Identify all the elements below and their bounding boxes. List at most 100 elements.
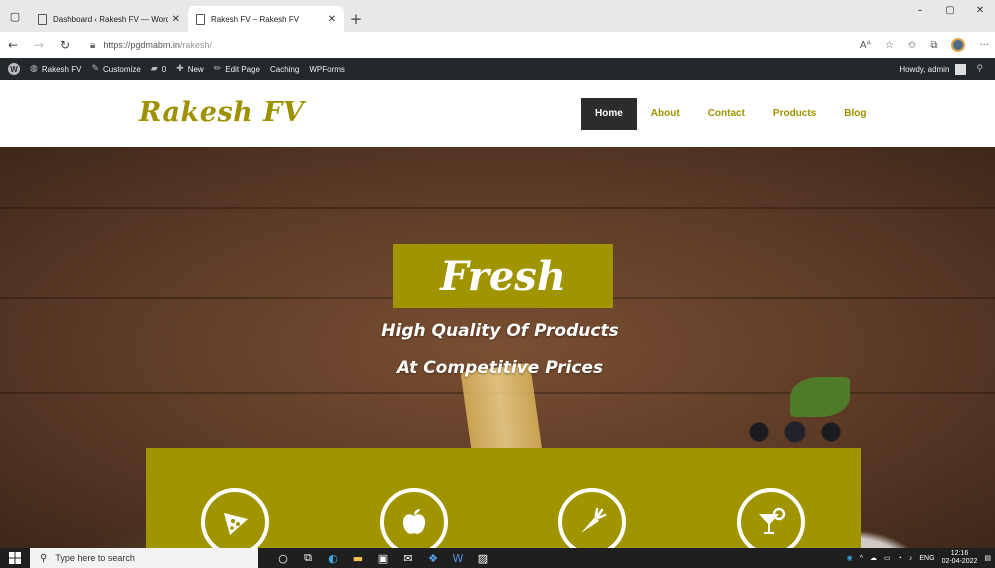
restore-icon[interactable]: ▢ xyxy=(935,0,965,22)
admin-site-name[interactable]: ◍ Rakesh FV xyxy=(30,64,81,74)
taskbar-apps: ○ ⧉ ◐ ▬ ▣ ✉ ❖ W ▨ xyxy=(276,551,490,565)
feature-apple[interactable] xyxy=(380,488,448,548)
olives-decoration xyxy=(735,412,855,452)
admin-avatar[interactable] xyxy=(955,63,967,75)
dashboard-icon: ◍ xyxy=(30,64,38,74)
nav-contact[interactable]: Contact xyxy=(694,98,759,130)
admin-bar-right: Howdy, admin ⚲ xyxy=(899,58,987,80)
url-path: /rakesh/ xyxy=(179,40,212,50)
new-tab-button[interactable]: + xyxy=(344,6,368,32)
admin-wpforms[interactable]: WPForms xyxy=(309,65,345,74)
cocktail-icon xyxy=(759,507,786,534)
nav-home[interactable]: Home xyxy=(581,98,637,130)
main-navigation: Home About Contact Products Blog xyxy=(581,98,880,130)
refresh-icon[interactable]: ↻ xyxy=(52,38,78,52)
clock-date: 02-04-2022 xyxy=(941,558,978,565)
more-icon[interactable]: ··· xyxy=(979,40,989,51)
wifi-icon[interactable]: ◔ xyxy=(898,555,902,562)
hero-title-box: Fresh xyxy=(393,244,613,308)
close-window-icon[interactable]: ✕ xyxy=(965,0,995,22)
minimize-icon[interactable]: – xyxy=(905,0,935,22)
comment-icon: ▰ xyxy=(150,64,158,74)
url-host: https://pgdmabm.in xyxy=(103,40,180,50)
hero-subtitle-line2: At Competitive Prices xyxy=(396,358,604,378)
feature-carrot[interactable] xyxy=(558,488,626,548)
cloud-icon[interactable]: ☁ xyxy=(870,554,877,562)
task-view-icon[interactable]: ⧉ xyxy=(301,551,315,565)
close-tab-icon[interactable]: ✕ xyxy=(172,14,180,25)
search-icon: ⚲ xyxy=(40,552,48,564)
hero-banner: Fresh High Quality Of Products At Compet… xyxy=(0,147,995,548)
search-icon[interactable]: ⚲ xyxy=(976,64,983,74)
tray-chevron-icon[interactable]: ^ xyxy=(860,555,863,562)
clock-time: 12:16 xyxy=(950,550,969,557)
admin-caching[interactable]: Caching xyxy=(270,65,299,74)
mail-icon[interactable]: ✉ xyxy=(401,551,415,565)
admin-comments[interactable]: ▰ 0 xyxy=(151,64,166,74)
address-bar: ← → ↻ 🔒︎ https://pgdmabm.in/rakesh/ Aᴬ ☆… xyxy=(0,32,995,58)
admin-edit-page[interactable]: ✏ Edit Page xyxy=(214,64,260,74)
help-icon[interactable]: ◉ xyxy=(847,554,853,562)
language-indicator[interactable]: ENG xyxy=(919,555,934,562)
carrot-icon xyxy=(581,507,607,533)
file-explorer-icon[interactable]: ▬ xyxy=(351,551,365,565)
hero-title: Fresh xyxy=(440,252,566,300)
admin-new[interactable]: ✚ New xyxy=(176,64,204,74)
browser-tab-strip: ▢ Dashboard ‹ Rakesh FV — Word ✕ Rakesh … xyxy=(0,0,995,32)
browser-tab-rakesh[interactable]: Rakesh FV – Rakesh FV ✕ xyxy=(188,6,344,32)
close-tab-icon[interactable]: ✕ xyxy=(328,14,336,25)
store-icon[interactable]: ▣ xyxy=(376,551,390,565)
browser-tab-dashboard[interactable]: Dashboard ‹ Rakesh FV — Word ✕ xyxy=(30,6,188,32)
site-header: Rakesh FV Home About Contact Products Bl… xyxy=(0,80,995,147)
taskbar-search-placeholder: Type here to search xyxy=(55,553,135,563)
site-brand-logo[interactable]: Rakesh FV xyxy=(139,97,304,128)
cortana-icon[interactable]: ○ xyxy=(276,551,290,565)
windows-taskbar: ⚲ Type here to search ○ ⧉ ◐ ▬ ▣ ✉ ❖ W ▨ … xyxy=(0,548,995,568)
word-icon[interactable]: W xyxy=(451,551,465,565)
system-tray: ◉ ^ ☁ ▭ ◔ ♪ ENG 12:16 02-04-2022 ▤ xyxy=(847,548,991,568)
nav-about[interactable]: About xyxy=(637,98,694,130)
back-icon[interactable]: ← xyxy=(0,38,26,52)
windows-logo-icon xyxy=(9,552,21,564)
read-aloud-icon[interactable]: Aᴬ xyxy=(860,40,871,51)
start-button[interactable] xyxy=(0,552,30,564)
wordpress-logo-icon[interactable]: W xyxy=(8,63,20,75)
brush-icon: ✎ xyxy=(91,64,99,74)
battery-icon[interactable]: ▭ xyxy=(884,554,891,562)
url-field[interactable]: https://pgdmabm.in/rakesh/ xyxy=(103,40,212,50)
nav-blog[interactable]: Blog xyxy=(830,98,880,130)
caching-label: Caching xyxy=(269,64,300,74)
favorites-icon[interactable]: ✩ xyxy=(908,40,916,51)
page-icon xyxy=(196,13,205,25)
pizza-icon xyxy=(224,513,248,535)
clock[interactable]: 12:16 02-04-2022 xyxy=(942,550,978,566)
tab-title: Dashboard ‹ Rakesh FV — Word xyxy=(53,14,168,24)
forward-icon[interactable]: → xyxy=(26,38,52,52)
feature-cocktail[interactable] xyxy=(737,488,805,548)
hero-subtitle-line1: High Quality Of Products xyxy=(381,321,619,341)
howdy-account[interactable]: Howdy, admin xyxy=(899,65,949,74)
wp-admin-bar: W ◍ Rakesh FV ✎ Customize ▰ 0 ✚ New ✏ Edit Pa… xyxy=(0,58,995,80)
edge-browser-icon[interactable]: ◐ xyxy=(326,551,340,565)
add-favorite-icon[interactable]: ☆ xyxy=(885,40,894,51)
tab-actions-icon[interactable]: ▢ xyxy=(0,0,30,32)
dropbox-icon[interactable]: ❖ xyxy=(426,551,440,565)
comments-count: 0 xyxy=(161,64,167,74)
apple-icon xyxy=(402,509,426,534)
nav-products[interactable]: Products xyxy=(759,98,830,130)
volume-icon[interactable]: ♪ xyxy=(909,555,913,562)
taskbar-search[interactable]: ⚲ Type here to search xyxy=(30,548,258,568)
photos-icon[interactable]: ▨ xyxy=(476,551,490,565)
notifications-icon[interactable]: ▤ xyxy=(984,554,991,562)
lock-icon[interactable]: 🔒︎ xyxy=(90,40,95,51)
edit-page-label: Edit Page xyxy=(225,64,260,74)
admin-site-name-label: Rakesh FV xyxy=(41,64,82,74)
page-icon xyxy=(38,13,47,25)
new-label: New xyxy=(187,64,204,74)
feature-pizza[interactable] xyxy=(201,488,269,548)
admin-customize[interactable]: ✎ Customize xyxy=(91,64,140,74)
collections-icon[interactable]: ⧉ xyxy=(930,40,937,51)
plus-icon: ✚ xyxy=(176,64,184,74)
profile-avatar[interactable] xyxy=(951,38,966,52)
basil-leaf-decoration xyxy=(790,377,850,417)
